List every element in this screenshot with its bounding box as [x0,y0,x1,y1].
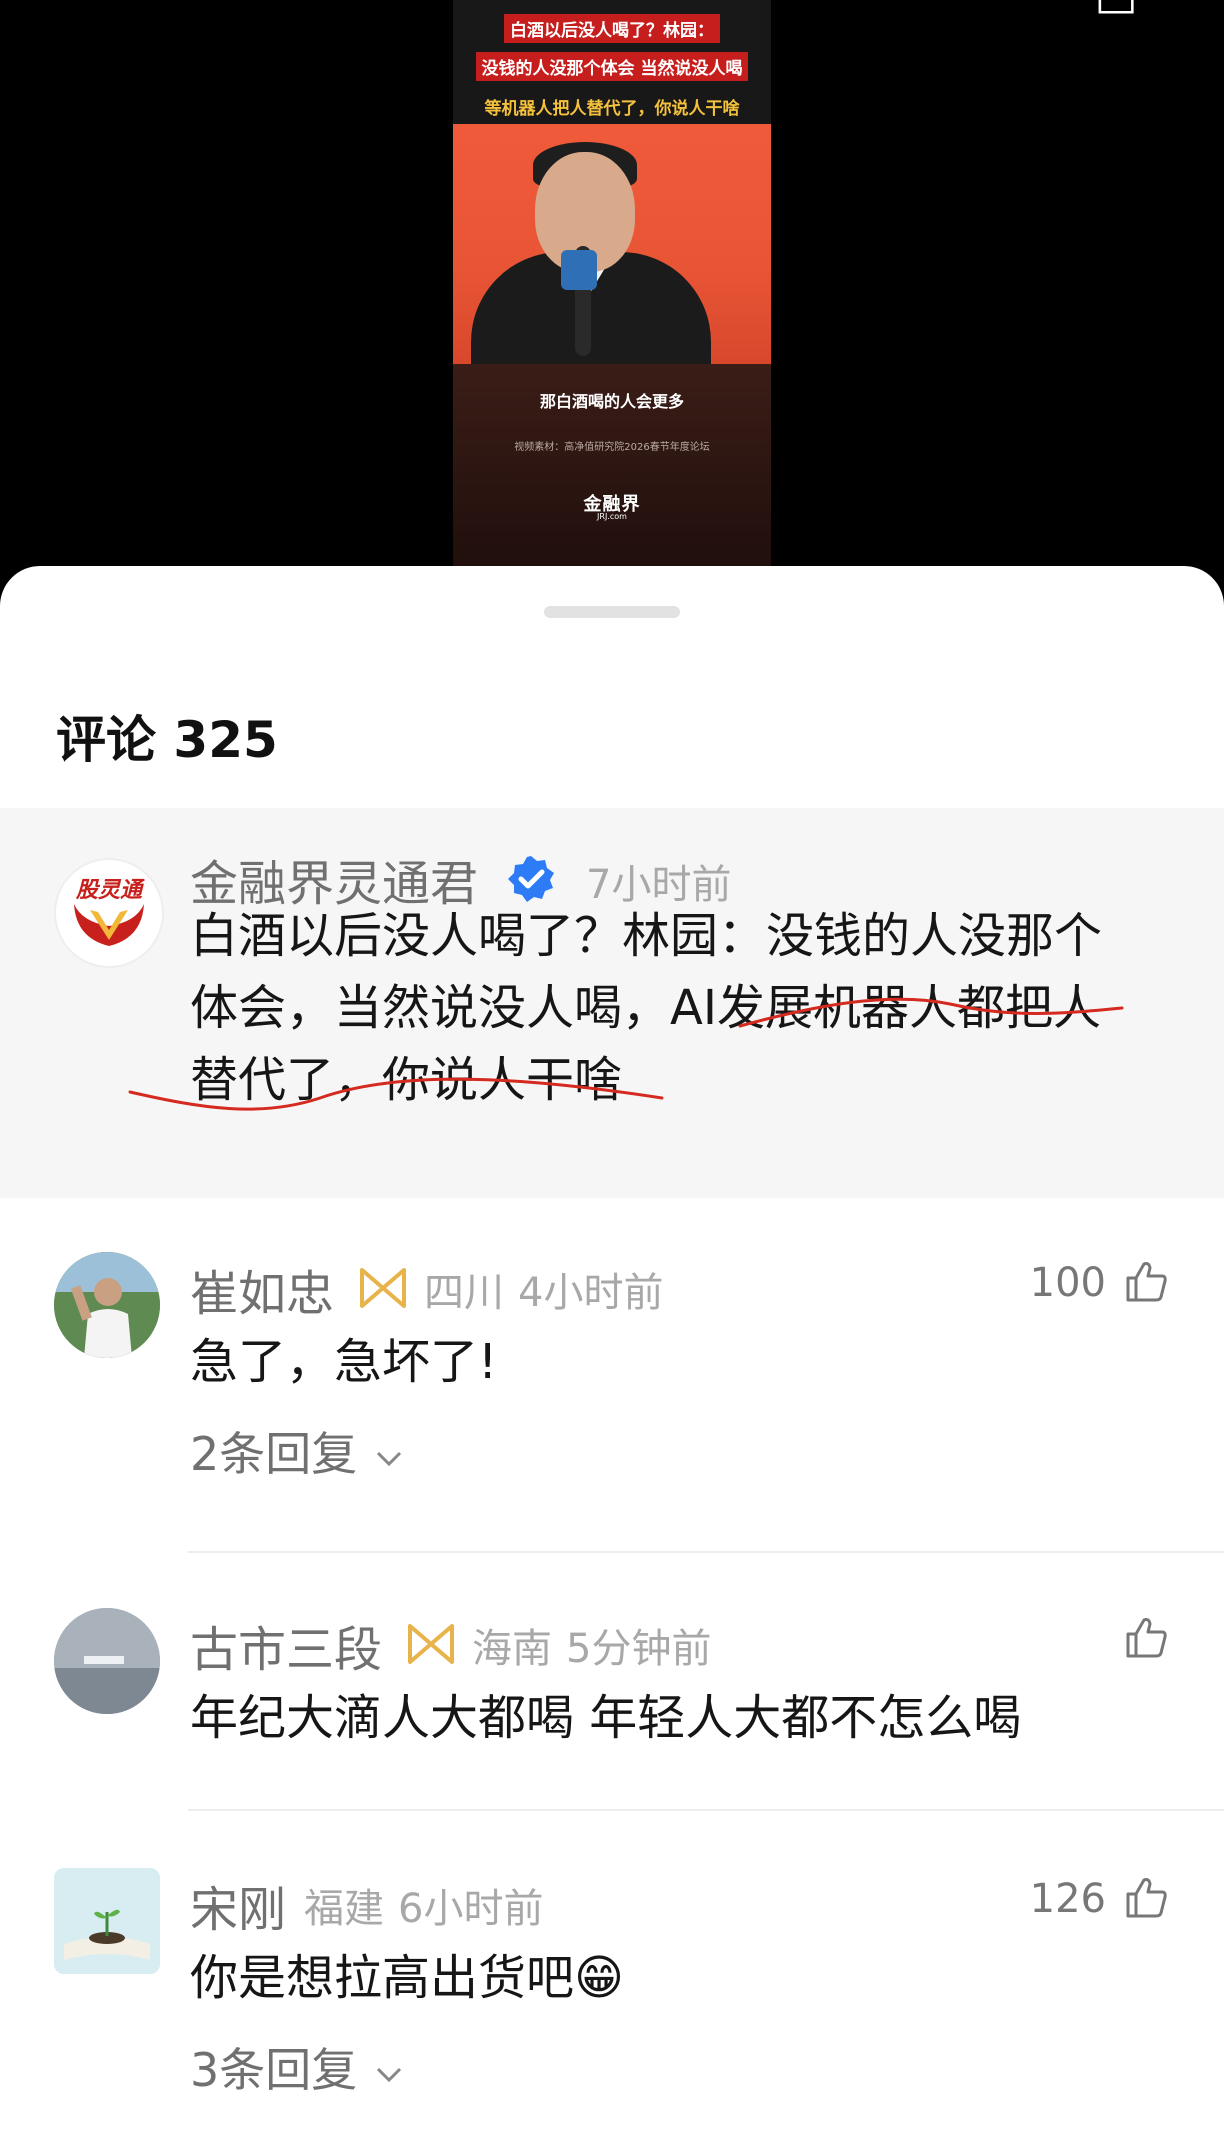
like-count: 100 [1029,1260,1106,1306]
video-banner-line2: 没钱的人没那个体会 当然说没人喝 [475,52,749,81]
avatar[interactable] [54,1252,160,1358]
video-watermark-sub: JRJ.com [597,512,627,521]
chevron-down-icon [376,2067,401,2082]
comment-time: 4小时前 [518,1270,664,1316]
view-replies-button[interactable]: 2条回复 [190,1418,406,1484]
comment-text: 急了，急坏了! [190,1334,498,1390]
video-banner: 白酒以后没人喝了？林园： 没钱的人没那个体会 当然说没人喝 等机器人把人替代了，… [453,0,771,124]
grin-emoji-icon: 😁 [574,1950,625,2006]
view-replies-button[interactable]: 3条回复 [190,2034,406,2100]
status-bar-time: ▔▔▔ [40,0,147,28]
comment-author[interactable]: 宋刚 [190,1870,286,1940]
video-player[interactable]: ▔▔▔ ▔▔ ▔▔ ▭ 白酒以后没人喝了？林园： 没钱的人没那个体会 当然说没人… [0,0,1224,580]
video-speaker-image [453,124,771,372]
comment-text: 你是想拉高出货吧😁 [190,1942,624,2014]
book-sprout-icon [54,1868,160,1974]
bow-badge-icon [360,1268,406,1308]
comment-text: 年纪大滴人大都喝 年轻人大都不怎么喝 [190,1690,1022,1746]
comment-location: 四川 [424,1270,504,1316]
pinned-comment[interactable]: 股灵通 金融界灵通君 7小时前 白酒以后没人喝了？林园：没钱的人没那个 体会，当… [0,808,1224,1198]
like-count: 126 [1029,1876,1106,1922]
video-source-note: 视频素材：高净值研究院2026春节年度论坛 [514,442,710,453]
bow-badge-icon [408,1624,454,1664]
comment-divider [188,1551,1224,1553]
avatar[interactable] [54,1868,160,1974]
comment-time: 6小时前 [398,1886,544,1932]
comments-count-title: 评论 325 [56,711,278,769]
video-banner-line1: 白酒以后没人喝了？林园： [504,14,720,43]
chevron-down-icon [376,1451,401,1466]
video-banner-line3: 等机器人把人替代了，你说人干啥 [484,99,740,119]
video-subtitle: 那白酒喝的人会更多 [539,392,684,411]
comments-sheet: 评论 325 股灵通 金融界灵通君 7小时前 白酒以后没人喝了？林园：没钱的人没… [0,566,1224,2136]
thumbs-up-icon[interactable] [1122,1258,1170,1306]
replies-count: 2条回复 [190,1427,358,1481]
thumbs-up-icon[interactable] [1122,1874,1170,1922]
sheet-drag-handle[interactable] [544,606,680,618]
sea-photo-icon [54,1608,160,1714]
replies-count: 3条回复 [190,2043,358,2097]
status-bar-icons: ▔▔ ▔▔ ▭ [885,0,1144,28]
thumbs-up-icon[interactable] [1122,1614,1170,1662]
comment-author[interactable]: 崔如忠 [190,1254,334,1324]
handwritten-underline [128,997,1124,1111]
comment-text-body: 你是想拉高出货吧 [190,1950,575,2006]
comment-location: 海南 [472,1626,552,1672]
video-frame: 白酒以后没人喝了？林园： 没钱的人没那个体会 当然说没人喝 等机器人把人替代了，… [453,0,771,566]
comment-divider [188,1809,1224,1811]
comment-location: 福建 [304,1886,384,1932]
avatar[interactable] [54,1608,160,1714]
person-photo-icon [54,1252,160,1358]
comment-time: 5分钟前 [566,1626,712,1672]
comment-author[interactable]: 古市三段 [190,1610,382,1680]
